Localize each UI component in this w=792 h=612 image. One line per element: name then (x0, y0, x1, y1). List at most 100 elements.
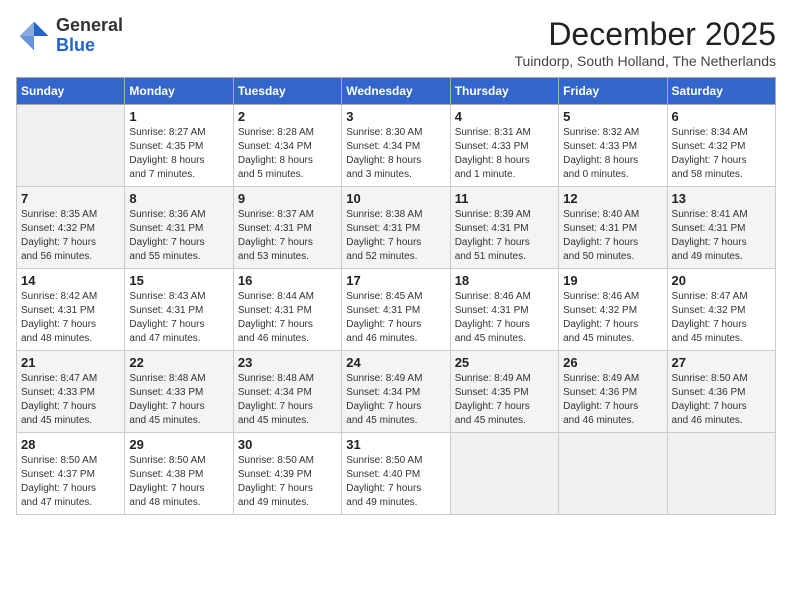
day-info: Sunrise: 8:47 AM Sunset: 4:33 PM Dayligh… (21, 372, 120, 428)
calendar-table: SundayMondayTuesdayWednesdayThursdayFrid… (16, 77, 776, 515)
calendar-cell: 23Sunrise: 8:48 AM Sunset: 4:34 PM Dayli… (233, 351, 341, 433)
day-number: 8 (129, 191, 228, 206)
calendar-cell: 3Sunrise: 8:30 AM Sunset: 4:34 PM Daylig… (342, 105, 450, 187)
day-info: Sunrise: 8:34 AM Sunset: 4:32 PM Dayligh… (672, 126, 771, 182)
day-number: 29 (129, 437, 228, 452)
calendar-cell: 21 Sunrise: 8:47 AM Sunset: 4:33 PM Dayli… (17, 351, 125, 433)
day-info: Sunrise: 8:50 AM Sunset: 4:40 PM Dayligh… (346, 454, 445, 510)
logo-text: General Blue (56, 16, 123, 56)
calendar-cell: 20Sunrise: 8:47 AM Sunset: 4:32 PM Dayli… (667, 269, 775, 351)
day-info: Sunrise: 8:49 AM Sunset: 4:36 PM Dayligh… (563, 372, 662, 428)
day-info: Sunrise: 8:31 AM Sunset: 4:33 PM Dayligh… (455, 126, 554, 182)
day-info: Sunrise: 8:43 AM Sunset: 4:31 PM Dayligh… (129, 290, 228, 346)
calendar-cell: 22Sunrise: 8:48 AM Sunset: 4:33 PM Dayli… (125, 351, 233, 433)
day-info: Sunrise: 8:44 AM Sunset: 4:31 PM Dayligh… (238, 290, 337, 346)
day-number: 17 (346, 273, 445, 288)
day-number: 15 (129, 273, 228, 288)
day-number: 14 (21, 273, 120, 288)
header: General Blue December 2025 Tuindorp, Sou… (16, 16, 776, 69)
day-number: 13 (672, 191, 771, 206)
day-number: 19 (563, 273, 662, 288)
day-info: Sunrise: 8:50 AM Sunset: 4:37 PM Dayligh… (21, 454, 120, 510)
weekday-header-row: SundayMondayTuesdayWednesdayThursdayFrid… (17, 78, 776, 105)
calendar-cell (667, 433, 775, 515)
weekday-header-cell: Tuesday (233, 78, 341, 105)
day-info: Sunrise: 8:45 AM Sunset: 4:31 PM Dayligh… (346, 290, 445, 346)
day-number: 26 (563, 355, 662, 370)
calendar-cell: 19 Sunrise: 8:46 AM Sunset: 4:32 PM Dayli… (559, 269, 667, 351)
day-number: 23 (238, 355, 337, 370)
day-number: 21 (21, 355, 120, 370)
day-info: Sunrise: 8:41 AM Sunset: 4:31 PM Dayligh… (672, 208, 771, 264)
calendar-cell (559, 433, 667, 515)
day-info: Sunrise: 8:46 AM Sunset: 4:31 PM Dayligh… (455, 290, 554, 346)
weekday-header-cell: Wednesday (342, 78, 450, 105)
calendar-cell (450, 433, 558, 515)
logo: General Blue (16, 16, 123, 56)
day-info: Sunrise: 8:28 AM Sunset: 4:34 PM Dayligh… (238, 126, 337, 182)
weekday-header-cell: Monday (125, 78, 233, 105)
day-info: Sunrise: 8:40 AM Sunset: 4:31 PM Dayligh… (563, 208, 662, 264)
month-year: December 2025 (515, 16, 777, 53)
calendar-week-row: 7Sunrise: 8:35 AM Sunset: 4:32 PM Daylig… (17, 187, 776, 269)
weekday-header-cell: Thursday (450, 78, 558, 105)
day-number: 6 (672, 109, 771, 124)
day-number: 5 (563, 109, 662, 124)
calendar-cell: 1 Sunrise: 8:27 AM Sunset: 4:35 PM Daylig… (125, 105, 233, 187)
day-info: Sunrise: 8:27 AM Sunset: 4:35 PM Dayligh… (129, 126, 228, 182)
calendar-cell: 7Sunrise: 8:35 AM Sunset: 4:32 PM Daylig… (17, 187, 125, 269)
weekday-header-cell: Saturday (667, 78, 775, 105)
weekday-header-cell: Sunday (17, 78, 125, 105)
calendar-cell: 5 Sunrise: 8:32 AM Sunset: 4:33 PM Daylig… (559, 105, 667, 187)
day-info: Sunrise: 8:42 AM Sunset: 4:31 PM Dayligh… (21, 290, 120, 346)
day-number: 25 (455, 355, 554, 370)
calendar-cell: 28Sunrise: 8:50 AM Sunset: 4:37 PM Dayli… (17, 433, 125, 515)
calendar-cell: 9 Sunrise: 8:37 AM Sunset: 4:31 PM Daylig… (233, 187, 341, 269)
location: Tuindorp, South Holland, The Netherlands (515, 53, 777, 69)
day-number: 9 (238, 191, 337, 206)
calendar-cell: 14 Sunrise: 8:42 AM Sunset: 4:31 PM Dayli… (17, 269, 125, 351)
calendar-week-row: 21 Sunrise: 8:47 AM Sunset: 4:33 PM Dayli… (17, 351, 776, 433)
day-number: 16 (238, 273, 337, 288)
day-info: Sunrise: 8:37 AM Sunset: 4:31 PM Dayligh… (238, 208, 337, 264)
day-info: Sunrise: 8:49 AM Sunset: 4:35 PM Dayligh… (455, 372, 554, 428)
day-number: 12 (563, 191, 662, 206)
day-info: Sunrise: 8:32 AM Sunset: 4:33 PM Dayligh… (563, 126, 662, 182)
logo-general: General (56, 15, 123, 35)
day-info: Sunrise: 8:49 AM Sunset: 4:34 PM Dayligh… (346, 372, 445, 428)
calendar-cell: 27Sunrise: 8:50 AM Sunset: 4:36 PM Dayli… (667, 351, 775, 433)
calendar-cell: 17 Sunrise: 8:45 AM Sunset: 4:31 PM Dayli… (342, 269, 450, 351)
calendar-cell: 8 Sunrise: 8:36 AM Sunset: 4:31 PM Daylig… (125, 187, 233, 269)
calendar-cell (17, 105, 125, 187)
calendar-week-row: 28Sunrise: 8:50 AM Sunset: 4:37 PM Dayli… (17, 433, 776, 515)
calendar-cell: 12 Sunrise: 8:40 AM Sunset: 4:31 PM Dayli… (559, 187, 667, 269)
day-number: 11 (455, 191, 554, 206)
day-info: Sunrise: 8:50 AM Sunset: 4:39 PM Dayligh… (238, 454, 337, 510)
calendar-cell: 31 Sunrise: 8:50 AM Sunset: 4:40 PM Dayli… (342, 433, 450, 515)
day-number: 31 (346, 437, 445, 452)
weekday-header-cell: Friday (559, 78, 667, 105)
day-number: 24 (346, 355, 445, 370)
day-number: 7 (21, 191, 120, 206)
day-info: Sunrise: 8:50 AM Sunset: 4:36 PM Dayligh… (672, 372, 771, 428)
day-number: 30 (238, 437, 337, 452)
day-info: Sunrise: 8:48 AM Sunset: 4:33 PM Dayligh… (129, 372, 228, 428)
calendar-cell: 6 Sunrise: 8:34 AM Sunset: 4:32 PM Daylig… (667, 105, 775, 187)
day-info: Sunrise: 8:50 AM Sunset: 4:38 PM Dayligh… (129, 454, 228, 510)
calendar-cell: 30 Sunrise: 8:50 AM Sunset: 4:39 PM Dayli… (233, 433, 341, 515)
day-number: 10 (346, 191, 445, 206)
day-number: 2 (238, 109, 337, 124)
day-info: Sunrise: 8:46 AM Sunset: 4:32 PM Dayligh… (563, 290, 662, 346)
calendar-cell: 11 Sunrise: 8:39 AM Sunset: 4:31 PM Dayli… (450, 187, 558, 269)
calendar-week-row: 14 Sunrise: 8:42 AM Sunset: 4:31 PM Dayli… (17, 269, 776, 351)
day-info: Sunrise: 8:39 AM Sunset: 4:31 PM Dayligh… (455, 208, 554, 264)
day-number: 18 (455, 273, 554, 288)
day-info: Sunrise: 8:30 AM Sunset: 4:34 PM Dayligh… (346, 126, 445, 182)
day-info: Sunrise: 8:36 AM Sunset: 4:31 PM Dayligh… (129, 208, 228, 264)
day-number: 20 (672, 273, 771, 288)
calendar-cell: 26 Sunrise: 8:49 AM Sunset: 4:36 PM Dayli… (559, 351, 667, 433)
day-info: Sunrise: 8:38 AM Sunset: 4:31 PM Dayligh… (346, 208, 445, 264)
calendar-cell: 2 Sunrise: 8:28 AM Sunset: 4:34 PM Daylig… (233, 105, 341, 187)
calendar-cell: 29 Sunrise: 8:50 AM Sunset: 4:38 PM Dayli… (125, 433, 233, 515)
day-number: 1 (129, 109, 228, 124)
